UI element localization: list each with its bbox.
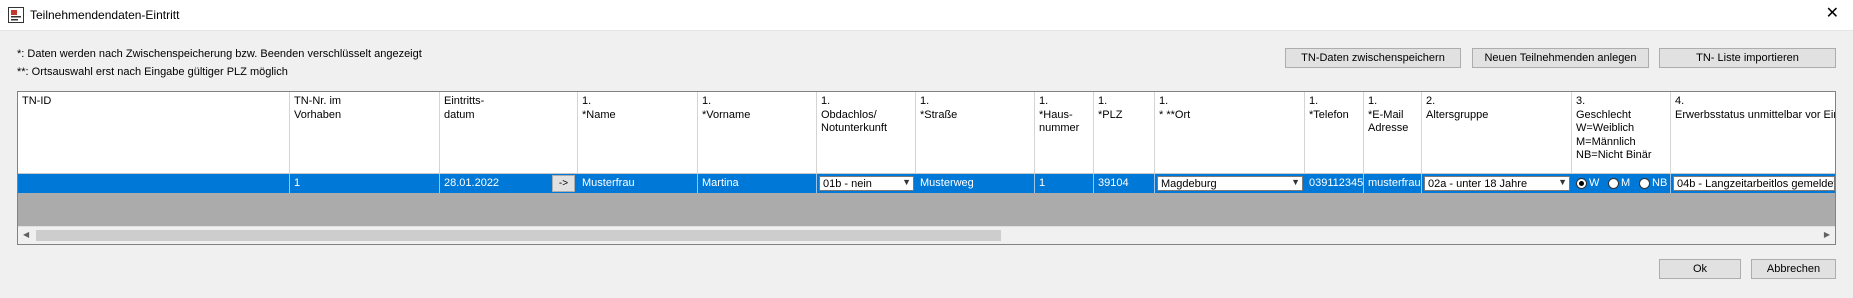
header-email[interactable]: 1. *E-Mail Adresse (1364, 92, 1422, 174)
header-name[interactable]: 1. *Name (578, 92, 698, 174)
cell-tn-nr[interactable]: 1 (290, 174, 440, 193)
close-icon[interactable]: ✕ (1826, 5, 1839, 23)
import-list-button[interactable]: TN- Liste importieren (1659, 48, 1836, 68)
chevron-down-icon: ▼ (1291, 177, 1300, 187)
ort-value: Magdeburg (1161, 178, 1217, 190)
note-location: **: Ortsauswahl erst nach Eingabe gültig… (17, 66, 288, 78)
header-tn-nr[interactable]: TN-Nr. im Vorhaben (290, 92, 440, 174)
cell-name[interactable]: Musterfrau (578, 174, 698, 193)
cell-plz[interactable]: 39104 (1094, 174, 1155, 193)
cell-tn-id[interactable] (18, 174, 290, 193)
erwerbsstatus-field[interactable]: 04b - Langzeitarbeitlos gemeldet (1673, 176, 1835, 191)
new-participant-button[interactable]: Neuen Teilnehmenden anlegen (1472, 48, 1649, 68)
date-arrow-button[interactable]: -> (552, 175, 575, 192)
cell-email[interactable]: musterfrau@ (1364, 174, 1422, 193)
cell-strasse[interactable]: Musterweg (916, 174, 1035, 193)
participant-grid[interactable]: TN-ID TN-Nr. im Vorhaben Eintritts- datu… (17, 91, 1836, 245)
header-vorname[interactable]: 1. *Vorname (698, 92, 817, 174)
horizontal-scrollbar[interactable]: ◀ ▶ (18, 226, 1835, 244)
cell-vorname[interactable]: Martina (698, 174, 817, 193)
header-plz[interactable]: 1. *PLZ (1094, 92, 1155, 174)
obdachlos-value: 01b - nein (823, 178, 872, 190)
scroll-left-icon[interactable]: ◀ (23, 230, 29, 239)
header-tn-id[interactable]: TN-ID (18, 92, 290, 174)
header-eintrittsdatum[interactable]: Eintritts- datum (440, 92, 578, 174)
cancel-button[interactable]: Abbrechen (1751, 259, 1836, 279)
header-strasse[interactable]: 1. *Straße (916, 92, 1035, 174)
header-ort[interactable]: 1. * **Ort (1155, 92, 1305, 174)
window-title: Teilnehmendendaten-Eintritt (30, 8, 180, 22)
radio-w[interactable] (1576, 178, 1587, 189)
obdachlos-select[interactable]: 01b - nein ▼ (819, 176, 914, 191)
cell-telefon[interactable]: 0391123456 (1305, 174, 1364, 193)
header-telefon[interactable]: 1. *Telefon (1305, 92, 1364, 174)
radio-m-label: M (1621, 177, 1631, 189)
radio-w-label: W (1589, 177, 1600, 189)
title-bar: Teilnehmendendaten-Eintritt ✕ (0, 0, 1853, 31)
note-encryption: *: Daten werden nach Zwischenspeicherung… (17, 48, 422, 60)
header-hausnummer[interactable]: 1. *Haus- nummer (1035, 92, 1094, 174)
altersgruppe-select[interactable]: 02a - unter 18 Jahre ▼ (1424, 176, 1570, 191)
chevron-down-icon: ▼ (902, 177, 911, 187)
header-erwerbsstatus[interactable]: 4. Erwerbsstatus unmittelbar vor Eintrit… (1671, 92, 1835, 174)
ort-select[interactable]: Magdeburg ▼ (1157, 176, 1303, 191)
radio-nb-label: NB (1652, 177, 1668, 189)
cell-hausnummer[interactable]: 1 (1035, 174, 1094, 193)
save-intermediate-button[interactable]: TN-Daten zwischenspeichern (1285, 48, 1461, 68)
radio-m[interactable] (1608, 178, 1619, 189)
header-geschlecht[interactable]: 3. Geschlecht W=Weiblich M=Männlich NB=N… (1572, 92, 1671, 174)
app-icon (8, 7, 24, 23)
header-altersgruppe[interactable]: 2. Altersgruppe (1422, 92, 1572, 174)
header-obdachlos[interactable]: 1. Obdachlos/ Notunterkunft (817, 92, 916, 174)
scrollbar-thumb[interactable] (36, 230, 1001, 241)
scroll-right-icon[interactable]: ▶ (1824, 230, 1830, 239)
ok-button[interactable]: Ok (1659, 259, 1741, 279)
chevron-down-icon: ▼ (1558, 177, 1567, 187)
radio-nb[interactable] (1639, 178, 1650, 189)
altersgruppe-value: 02a - unter 18 Jahre (1428, 178, 1528, 190)
